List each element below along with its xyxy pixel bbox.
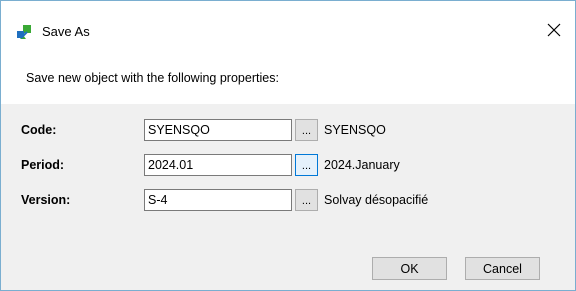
- close-button[interactable]: [539, 15, 569, 45]
- period-description: 2024.January: [324, 158, 400, 172]
- field-row-period: Period: ... 2024.January: [1, 154, 575, 178]
- cancel-button[interactable]: Cancel: [465, 257, 540, 280]
- code-description: SYENSQO: [324, 123, 386, 137]
- version-label: Version:: [21, 193, 71, 207]
- period-label: Period:: [21, 158, 65, 172]
- version-browse-button[interactable]: ...: [295, 189, 318, 211]
- field-row-version: Version: ... Solvay désopacifié: [1, 189, 575, 213]
- code-label: Code:: [21, 123, 57, 137]
- title-bar: Save As: [1, 1, 575, 63]
- version-description: Solvay désopacifié: [324, 193, 429, 207]
- code-browse-button[interactable]: ...: [295, 119, 318, 141]
- field-row-code: Code: ... SYENSQO: [1, 119, 575, 143]
- ok-button[interactable]: OK: [372, 257, 447, 280]
- cube-export-icon: [17, 25, 31, 39]
- window-title: Save As: [42, 24, 90, 39]
- close-icon: [547, 23, 561, 37]
- code-input[interactable]: [144, 119, 292, 141]
- save-as-dialog: Save As Save new object with the followi…: [0, 0, 576, 291]
- period-browse-button[interactable]: ...: [295, 154, 318, 176]
- period-input[interactable]: [144, 154, 292, 176]
- instruction-text: Save new object with the following prope…: [26, 71, 279, 85]
- version-input[interactable]: [144, 189, 292, 211]
